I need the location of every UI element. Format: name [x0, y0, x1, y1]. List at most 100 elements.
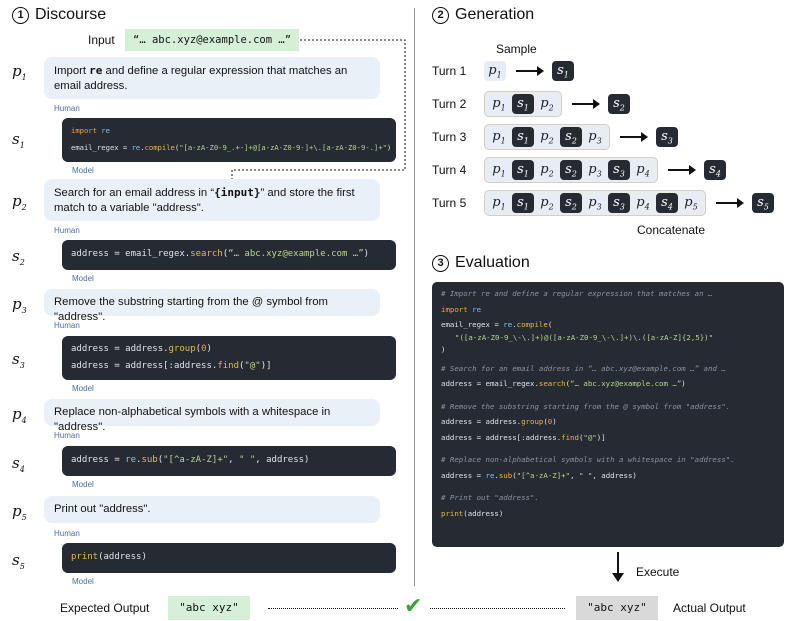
- token-p1: p1: [488, 127, 510, 147]
- token-s3: s3: [608, 193, 630, 213]
- token-p4: p4: [632, 160, 654, 180]
- token-p2: p2: [536, 94, 558, 114]
- code-block-s4: address = re.sub("[^a-zA-Z]+", " ", addr…: [62, 446, 396, 476]
- generation-header: 2 Generation: [432, 6, 534, 24]
- turn-label: Turn 3: [432, 130, 467, 144]
- s2-label: s2: [12, 247, 25, 267]
- s3-label: s3: [12, 350, 25, 370]
- model-tag: Model: [72, 384, 94, 393]
- context-sequence: p1 s1 p2 s2 p3: [484, 124, 610, 150]
- concatenate-label: Concatenate: [637, 223, 706, 237]
- evaluation-header: 3 Evaluation: [432, 254, 530, 272]
- turn-label: Turn 5: [432, 196, 467, 210]
- token-p5: p5: [680, 193, 702, 213]
- check-icon: ✔: [404, 593, 423, 618]
- code-block-s1: import re email_regex = re.compile("[a-z…: [62, 118, 396, 162]
- prompt-5-bubble: Print out "address".: [44, 496, 380, 523]
- token-s4: s4: [656, 193, 678, 213]
- turn-row-2: Turn 2 p1 s1 p2 s2: [432, 91, 774, 117]
- evaluation-program: # Import re and define a regular express…: [432, 282, 784, 547]
- p3-label: p3: [12, 295, 27, 315]
- context-sequence: p1 s1 p2 s2 p3 s3 p4: [484, 157, 658, 183]
- turn-row-4: Turn 4 p1 s1 p2 s2 p3 s3 p4 s4: [432, 157, 774, 183]
- p5-label: p5: [12, 502, 27, 522]
- token-s4: s4: [704, 160, 726, 180]
- prompt-3-bubble: Remove the substring starting from the @…: [44, 289, 380, 323]
- s1-label: s1: [12, 130, 25, 150]
- token-s5: s5: [752, 193, 774, 213]
- s4-label: s4: [12, 454, 25, 474]
- turn-label: Turn 2: [432, 97, 467, 111]
- turn-row-5: Turn 5 p1 s1 p2 s2 p3 s3 p4 s4 p5 s5: [432, 190, 774, 216]
- token-s2: s2: [608, 94, 630, 114]
- token-p3: p3: [584, 193, 606, 213]
- model-tag: Model: [72, 274, 94, 283]
- turn-row-3: Turn 3 p1 s1 p2 s2 p3 s3: [432, 124, 774, 150]
- model-tag: Model: [72, 577, 94, 586]
- section-number: 2: [432, 6, 449, 24]
- dotted-line-right: [430, 608, 565, 609]
- token-p2: p2: [536, 193, 558, 213]
- turn-row-1: Turn 1 p1 s1: [432, 58, 774, 84]
- actual-output-label: Actual Output: [673, 601, 746, 615]
- token-p2: p2: [536, 127, 558, 147]
- token-p1: p1: [484, 61, 506, 81]
- context-sequence: p1 s1 p2: [484, 91, 562, 117]
- section-number: 3: [432, 254, 449, 272]
- section-title: Generation: [455, 6, 535, 23]
- token-p3: p3: [584, 160, 606, 180]
- code-block-s3: address = address.group(0) address = add…: [62, 336, 396, 380]
- human-tag: Human: [54, 104, 80, 113]
- section-divider: [414, 8, 415, 586]
- model-tag: Model: [72, 166, 94, 175]
- token-s1: s1: [512, 160, 534, 180]
- token-s2: s2: [560, 193, 582, 213]
- token-s1: s1: [512, 127, 534, 147]
- turn-label: Turn 4: [432, 163, 467, 177]
- sample-label: Sample: [496, 42, 537, 56]
- token-s2: s2: [560, 160, 582, 180]
- turn-label: Turn 1: [432, 64, 467, 78]
- token-s3: s3: [608, 160, 630, 180]
- code-block-s5: print(address): [62, 543, 396, 573]
- expected-output-label: Expected Output: [60, 601, 150, 615]
- human-tag: Human: [54, 321, 80, 330]
- code-block-s2: address = email_regex.search(“… abc.xyz@…: [62, 240, 396, 270]
- expected-output-value: "abc xyz": [168, 596, 250, 620]
- token-s1: s1: [512, 94, 534, 114]
- p4-label: p4: [12, 405, 27, 425]
- input-connector: [228, 39, 406, 186]
- token-s1: s1: [512, 193, 534, 213]
- token-p4: p4: [632, 193, 654, 213]
- human-tag: Human: [54, 529, 80, 538]
- token-s3: s3: [656, 127, 678, 147]
- dotted-line-left: [268, 608, 398, 609]
- token-p1: p1: [488, 193, 510, 213]
- execute-arrow-icon: [612, 552, 624, 582]
- arrow-icon: [716, 198, 744, 208]
- arrow-icon: [516, 66, 544, 76]
- arrow-icon: [668, 165, 696, 175]
- human-tag: Human: [54, 226, 80, 235]
- p2-label: p2: [12, 192, 27, 212]
- prompt-1-bubble: Import re and define a regular expressio…: [44, 57, 380, 99]
- prompt-4-bubble: Replace non-alphabetical symbols with a …: [44, 399, 380, 433]
- token-p2: p2: [536, 160, 558, 180]
- p1-label: p1: [12, 62, 27, 82]
- context-sequence: p1 s1 p2 s2 p3 s3 p4 s4 p5: [484, 190, 706, 216]
- arrow-icon: [572, 99, 600, 109]
- token-p3: p3: [584, 127, 606, 147]
- token-p1: p1: [488, 94, 510, 114]
- human-tag: Human: [54, 431, 80, 440]
- token-s2: s2: [560, 127, 582, 147]
- prompt-2-bubble: Search for an email address in “{input}”…: [44, 179, 380, 221]
- token-s1: s1: [552, 61, 574, 81]
- arrow-icon: [620, 132, 648, 142]
- section-title: Evaluation: [455, 254, 530, 271]
- model-tag: Model: [72, 480, 94, 489]
- turn-sequences: Turn 1 p1 s1 Turn 2 p1 s1 p2 s2 Turn 3 p…: [432, 58, 774, 216]
- actual-output-value: "abc xyz": [576, 596, 658, 620]
- execute-label: Execute: [636, 565, 680, 579]
- s5-label: s5: [12, 551, 25, 571]
- token-p1: p1: [488, 160, 510, 180]
